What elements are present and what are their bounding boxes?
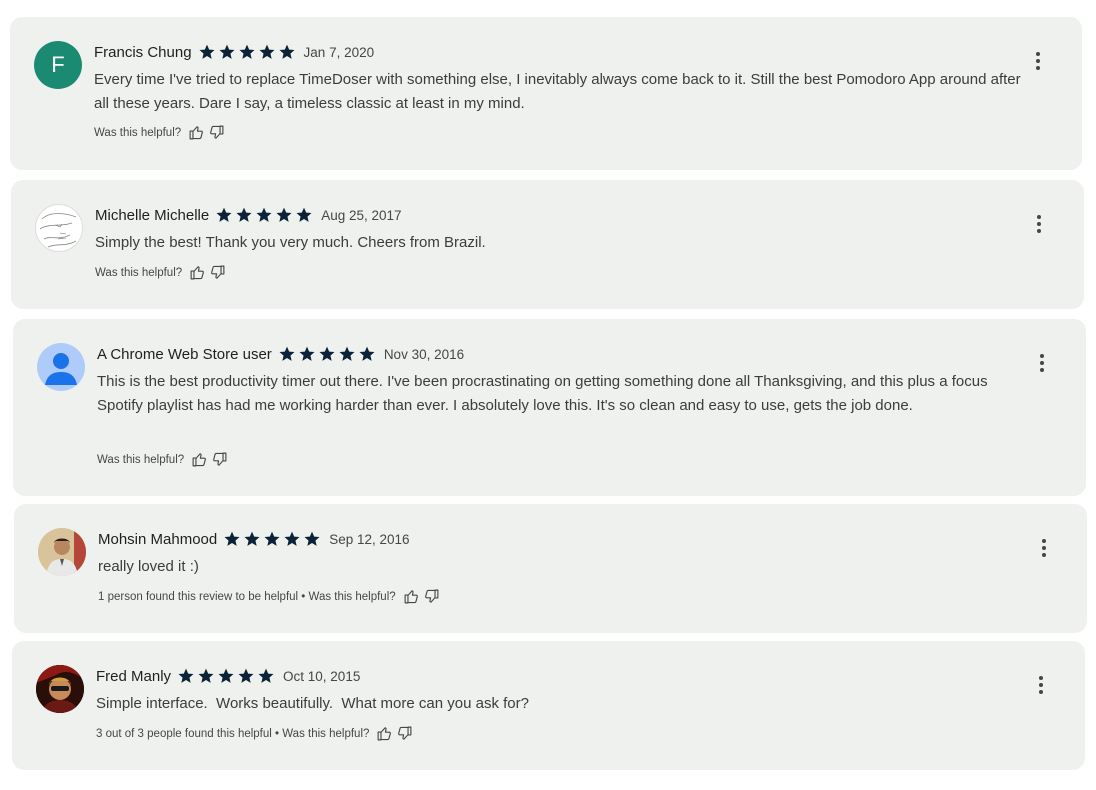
helpful-label: Was this helpful? [94, 126, 182, 139]
star-rating [177, 667, 277, 685]
star-icon [177, 667, 195, 685]
helpful-label: Was this helpful? [95, 266, 183, 279]
helpful-label: 3 out of 3 people found this helpful • W… [96, 727, 370, 740]
thumbs-down-icon[interactable] [396, 725, 413, 742]
star-icon [278, 43, 296, 61]
review-date: Jan 7, 2020 [303, 44, 375, 60]
review-text: Every time I've tried to replace TimeDos… [94, 71, 1021, 112]
thumbs-down-icon[interactable] [208, 124, 225, 141]
review-author: Fred Manly [96, 667, 172, 685]
star-icon [263, 530, 281, 548]
star-icon [238, 43, 256, 61]
avatar [38, 528, 86, 576]
review-card: A Chrome Web Store user Nov 30, 2016 Thi… [13, 319, 1086, 496]
thumbs-up-icon[interactable] [376, 725, 393, 742]
star-icon [283, 530, 301, 548]
review-author: A Chrome Web Store user [97, 345, 272, 363]
more-vert-icon [1027, 212, 1051, 236]
thumbs-up-icon[interactable] [403, 588, 420, 605]
star-rating [215, 206, 315, 224]
star-icon [295, 206, 313, 224]
review-text: Simply the best! Thank you very much. Ch… [95, 234, 486, 251]
star-icon [303, 530, 321, 548]
star-icon [338, 345, 356, 363]
avatar [35, 204, 83, 252]
thumbs-down-icon[interactable] [423, 588, 440, 605]
thumbs-up-icon[interactable] [188, 124, 205, 141]
helpful-label: Was this helpful? [97, 453, 185, 466]
star-rating [278, 345, 378, 363]
star-icon [217, 667, 235, 685]
review-card: Michelle Michelle Aug 25, 2017 Simply th… [11, 180, 1084, 309]
more-vert-icon [1026, 49, 1050, 73]
review-date: Nov 30, 2016 [383, 346, 465, 362]
star-icon [358, 345, 376, 363]
star-icon [298, 345, 316, 363]
star-icon [257, 667, 275, 685]
review-author: Francis Chung [94, 43, 192, 61]
star-icon [198, 43, 216, 61]
star-icon [243, 530, 261, 548]
star-icon [275, 206, 293, 224]
star-icon [318, 345, 336, 363]
more-vert-icon [1029, 673, 1053, 697]
star-icon [258, 43, 276, 61]
star-icon [237, 667, 255, 685]
more-options-button[interactable] [1030, 351, 1054, 375]
review-text: Simple interface. Works beautifully. Wha… [96, 695, 529, 712]
more-options-button[interactable] [1029, 673, 1053, 697]
avatar: F [34, 41, 82, 89]
avatar [36, 665, 84, 713]
thumbs-down-icon[interactable] [209, 264, 226, 281]
more-options-button[interactable] [1026, 49, 1050, 73]
review-author: Michelle Michelle [95, 206, 210, 224]
star-icon [223, 530, 241, 548]
person-icon [45, 353, 77, 385]
star-icon [215, 206, 233, 224]
star-icon [278, 345, 296, 363]
star-icon [197, 667, 215, 685]
thumbs-up-icon[interactable] [189, 264, 206, 281]
more-options-button[interactable] [1032, 536, 1056, 560]
thumbs-down-icon[interactable] [211, 451, 228, 468]
review-card: Mohsin Mahmood Sep 12, 2016 really loved… [14, 504, 1087, 633]
review-card: F Francis Chung Jan 7, 2020 Every time I… [10, 17, 1082, 170]
profile-photo [38, 528, 86, 576]
star-icon [255, 206, 273, 224]
thumbs-up-icon[interactable] [191, 451, 208, 468]
helpful-label: 1 person found this review to be helpful… [98, 590, 396, 603]
star-icon [218, 43, 236, 61]
star-rating [223, 530, 323, 548]
review-author: Mohsin Mahmood [98, 530, 218, 548]
review-card: Fred Manly Oct 10, 2015 Simple interface… [12, 641, 1085, 770]
avatar [37, 343, 85, 391]
more-vert-icon [1032, 536, 1056, 560]
review-date: Oct 10, 2015 [283, 668, 361, 684]
more-options-button[interactable] [1027, 212, 1051, 236]
profile-photo [36, 665, 84, 713]
star-icon [235, 206, 253, 224]
more-vert-icon [1030, 351, 1054, 375]
review-date: Aug 25, 2017 [321, 207, 402, 223]
sketch-avatar-image [39, 213, 77, 248]
star-rating [198, 43, 298, 61]
review-text: This is the best productivity timer out … [97, 373, 988, 414]
review-date: Sep 12, 2016 [329, 531, 410, 547]
review-text: really loved it :) [98, 558, 199, 575]
